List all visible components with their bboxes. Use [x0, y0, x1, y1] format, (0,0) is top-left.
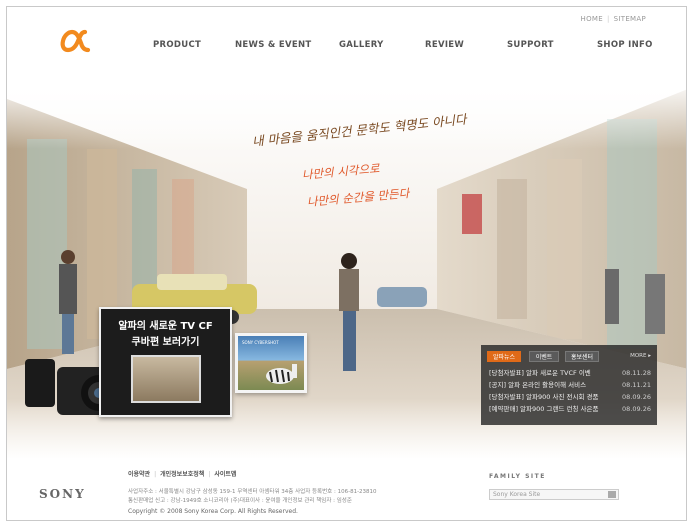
sony-logo[interactable]: SONY — [39, 487, 86, 501]
footer-divider: | — [154, 471, 157, 478]
utility-links: HOME | SITEMAP — [581, 15, 646, 23]
nav-review[interactable]: REVIEW — [425, 40, 464, 50]
cf-banner-title: 알파의 새로운 TV CF — [118, 321, 213, 332]
family-site-select[interactable]: Sony Korea Site — [489, 489, 619, 500]
promo-thumbnail[interactable]: SONY CYBERSHOT — [235, 333, 307, 393]
footer-links: 이용약관 | 개인정보보호정책 | 사이트맵 — [128, 469, 236, 478]
news-item-title: [당첨자발표] 알파 새로운 TVCF 이벤 — [489, 369, 591, 377]
main-nav: PRODUCT NEWS & EVENT GALLERY REVIEW SUPP… — [7, 40, 686, 54]
footer: SONY 이용약관 | 개인정보보호정책 | 사이트맵 사업자주소 : 서울특별시 강남… — [7, 459, 686, 520]
nav-shop-info[interactable]: SHOP INFO — [597, 40, 653, 50]
tab-alpha-news[interactable]: 알파뉴스 — [487, 351, 521, 362]
select-arrow-icon — [608, 491, 616, 498]
terms-link[interactable]: 이용약관 — [128, 471, 150, 478]
privacy-link[interactable]: 개인정보보호정책 — [160, 471, 204, 478]
copyright: Copyright © 2008 Sony Korea Corp. All Ri… — [128, 508, 298, 515]
nav-support[interactable]: SUPPORT — [507, 40, 554, 50]
home-link[interactable]: HOME — [581, 15, 603, 23]
news-more-link[interactable]: MORE ▸ — [630, 353, 651, 359]
company-info-line-1: 사업자주소 : 서울특별시 강남구 삼성동 159-1 무역센터 아셈타워 34… — [128, 489, 377, 495]
zebra-image — [266, 364, 297, 384]
nav-gallery[interactable]: GALLERY — [339, 40, 384, 50]
cf-video-thumbnail — [131, 355, 201, 403]
news-item[interactable]: [예약판매] 알파900 그랜드 런칭 사은품 08.09.26 — [489, 403, 651, 415]
footer-divider: | — [208, 471, 211, 478]
news-item-title: [공지] 알파 온라인 활용이해 서비스 — [489, 381, 587, 389]
tv-cf-banner[interactable]: 알파의 새로운 TV CF 쿠바편 보러가기 — [99, 307, 232, 417]
hero-banner: 내 마음을 움직인건 문학도 혁명도 아니다 나만의 시각으로 나만의 순간을 … — [7, 79, 686, 459]
footer-sitemap-link[interactable]: 사이트맵 — [214, 471, 236, 478]
news-item-title: [당첨자발표] 알파900 사진 전시회 경품 — [489, 393, 599, 401]
nav-news-event[interactable]: NEWS & EVENT — [235, 40, 311, 50]
news-item-title: [예약판매] 알파900 그랜드 런칭 사은품 — [489, 405, 599, 413]
family-site-label: FAMILY SITE — [489, 473, 546, 480]
news-panel: 알파뉴스 이벤트 홍보센터 MORE ▸ [당첨자발표] 알파 새로운 TVCF… — [481, 345, 657, 425]
news-item-date: 08.11.28 — [622, 369, 651, 377]
util-divider: | — [606, 15, 610, 23]
tab-events[interactable]: 이벤트 — [529, 351, 559, 362]
family-site-selected-value: Sony Korea Site — [493, 491, 541, 498]
news-item[interactable]: [당첨자발표] 알파900 사진 전시회 경품 08.09.26 — [489, 391, 651, 403]
news-item[interactable]: [공지] 알파 온라인 활용이해 서비스 08.11.21 — [489, 379, 651, 391]
news-item-date: 08.11.21 — [622, 381, 651, 389]
news-item-date: 08.09.26 — [622, 393, 651, 401]
news-list: [당첨자발표] 알파 새로운 TVCF 이벤 08.11.28 [공지] 알파 온… — [489, 367, 651, 415]
tab-pr-center[interactable]: 홍보센터 — [565, 351, 599, 362]
sitemap-link[interactable]: SITEMAP — [614, 15, 646, 23]
company-info-line-2: 통신판매업 신고 : 강남-1949호 소니코리아 (주)대표이사 : 윤여을 … — [128, 498, 352, 504]
nav-product[interactable]: PRODUCT — [153, 40, 201, 50]
page-frame: HOME | SITEMAP PRODUCT NEWS & EVENT GALLER… — [6, 6, 687, 521]
cf-banner-link-text: 쿠바편 보러가기 — [131, 337, 200, 348]
news-item-date: 08.09.26 — [622, 405, 651, 413]
news-item[interactable]: [당첨자발표] 알파 새로운 TVCF 이벤 08.11.28 — [489, 367, 651, 379]
